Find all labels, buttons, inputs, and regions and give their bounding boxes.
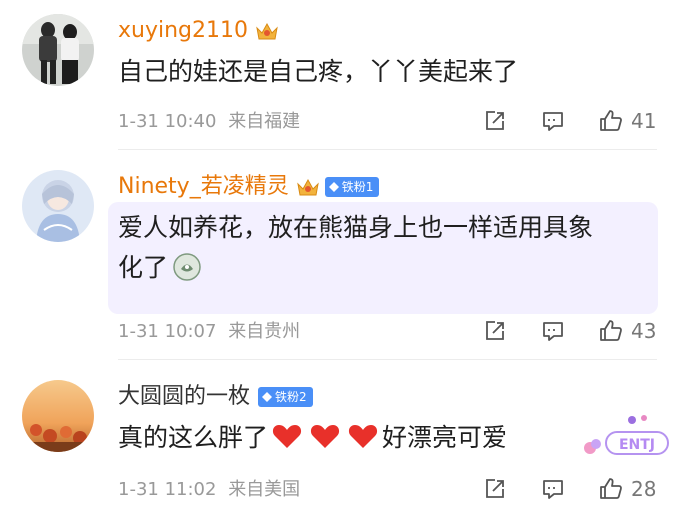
comment-text-after: 好漂亮可爱 bbox=[382, 423, 508, 452]
heart-icon bbox=[310, 425, 340, 448]
comment-item: xuying2110 自己的娃还是自己疼，丫丫美起来了 1-31 10:40 来… bbox=[0, 0, 681, 150]
comment-icon[interactable] bbox=[541, 477, 565, 501]
comment-time: 1-31 10:07 bbox=[118, 321, 217, 342]
fan-badge: 铁粉1 bbox=[324, 177, 380, 197]
comment-feed: xuying2110 自己的娃还是自己疼，丫丫美起来了 1-31 10:40 来… bbox=[0, 0, 681, 522]
comment-location: 来自美国 bbox=[228, 479, 301, 500]
share-icon[interactable] bbox=[483, 109, 507, 133]
crown-icon bbox=[256, 22, 278, 40]
avatar[interactable] bbox=[22, 170, 94, 242]
username[interactable]: 大圆圆的一枚 bbox=[118, 382, 250, 412]
like-count: 43 bbox=[631, 319, 657, 343]
heart-icon bbox=[348, 425, 378, 448]
diamond-icon bbox=[328, 182, 339, 192]
comment-location: 来自贵州 bbox=[228, 321, 301, 342]
diamond-icon bbox=[262, 392, 273, 402]
comment-time: 1-31 11:02 bbox=[118, 479, 217, 500]
comment-icon[interactable] bbox=[541, 109, 565, 133]
avatar[interactable] bbox=[22, 14, 94, 86]
like-icon[interactable] bbox=[599, 109, 623, 133]
comment-text-line-2: 化了 bbox=[118, 248, 202, 288]
like-count: 41 bbox=[631, 109, 657, 133]
comment-text: 自己的娃还是自己疼，丫丫美起来了 bbox=[118, 57, 519, 86]
crown-icon bbox=[296, 178, 319, 196]
share-icon[interactable] bbox=[483, 477, 507, 501]
comment-actions: 28 bbox=[483, 474, 659, 504]
comment-meta: 1-31 10:07 来自贵州 bbox=[118, 320, 300, 344]
comment-location: 来自福建 bbox=[228, 111, 301, 132]
username[interactable]: Ninety_若凌精灵 bbox=[118, 172, 289, 202]
comment-meta: 1-31 11:02 来自美国 bbox=[118, 478, 300, 502]
heart-icon bbox=[272, 425, 302, 448]
comment-text: 真的这么胖了 好漂亮可爱 bbox=[118, 418, 507, 458]
comment-actions: 41 bbox=[483, 106, 659, 136]
avatar[interactable] bbox=[22, 380, 94, 452]
fan-badge: 铁粉2 bbox=[258, 387, 313, 407]
username[interactable]: xuying2110 bbox=[118, 16, 248, 46]
comment-actions: 43 bbox=[483, 316, 659, 346]
emoji-icon bbox=[173, 253, 201, 281]
user-row: xuying2110 bbox=[118, 16, 280, 46]
comment-meta: 1-31 10:40 来自福建 bbox=[118, 110, 300, 134]
comment-text-line-2-text: 化了 bbox=[118, 253, 169, 282]
like-icon[interactable] bbox=[599, 319, 623, 343]
comment-item: Ninety_若凌精灵 铁粉1 爱人如养花，放在熊猫身上也一样适用具象 化了 E… bbox=[0, 150, 681, 455]
comment-time: 1-31 10:40 bbox=[118, 111, 217, 132]
like-icon[interactable] bbox=[599, 477, 623, 501]
user-row: 大圆圆的一枚 铁粉2 bbox=[118, 382, 313, 412]
fan-badge-label: 铁粉2 bbox=[275, 390, 307, 404]
comment-text-before: 真的这么胖了 bbox=[118, 423, 269, 452]
comment-item: 大圆圆的一枚 铁粉2 真的这么胖了 好漂亮可爱 1-31 11:02 来自美国 bbox=[0, 360, 681, 522]
share-icon[interactable] bbox=[483, 319, 507, 343]
user-row: Ninety_若凌精灵 铁粉1 bbox=[118, 172, 380, 202]
comment-icon[interactable] bbox=[541, 319, 565, 343]
comment-text-line-1: 爱人如养花，放在熊猫身上也一样适用具象 bbox=[118, 213, 594, 242]
fan-badge-label: 铁粉1 bbox=[341, 180, 374, 194]
like-count: 28 bbox=[631, 477, 657, 501]
